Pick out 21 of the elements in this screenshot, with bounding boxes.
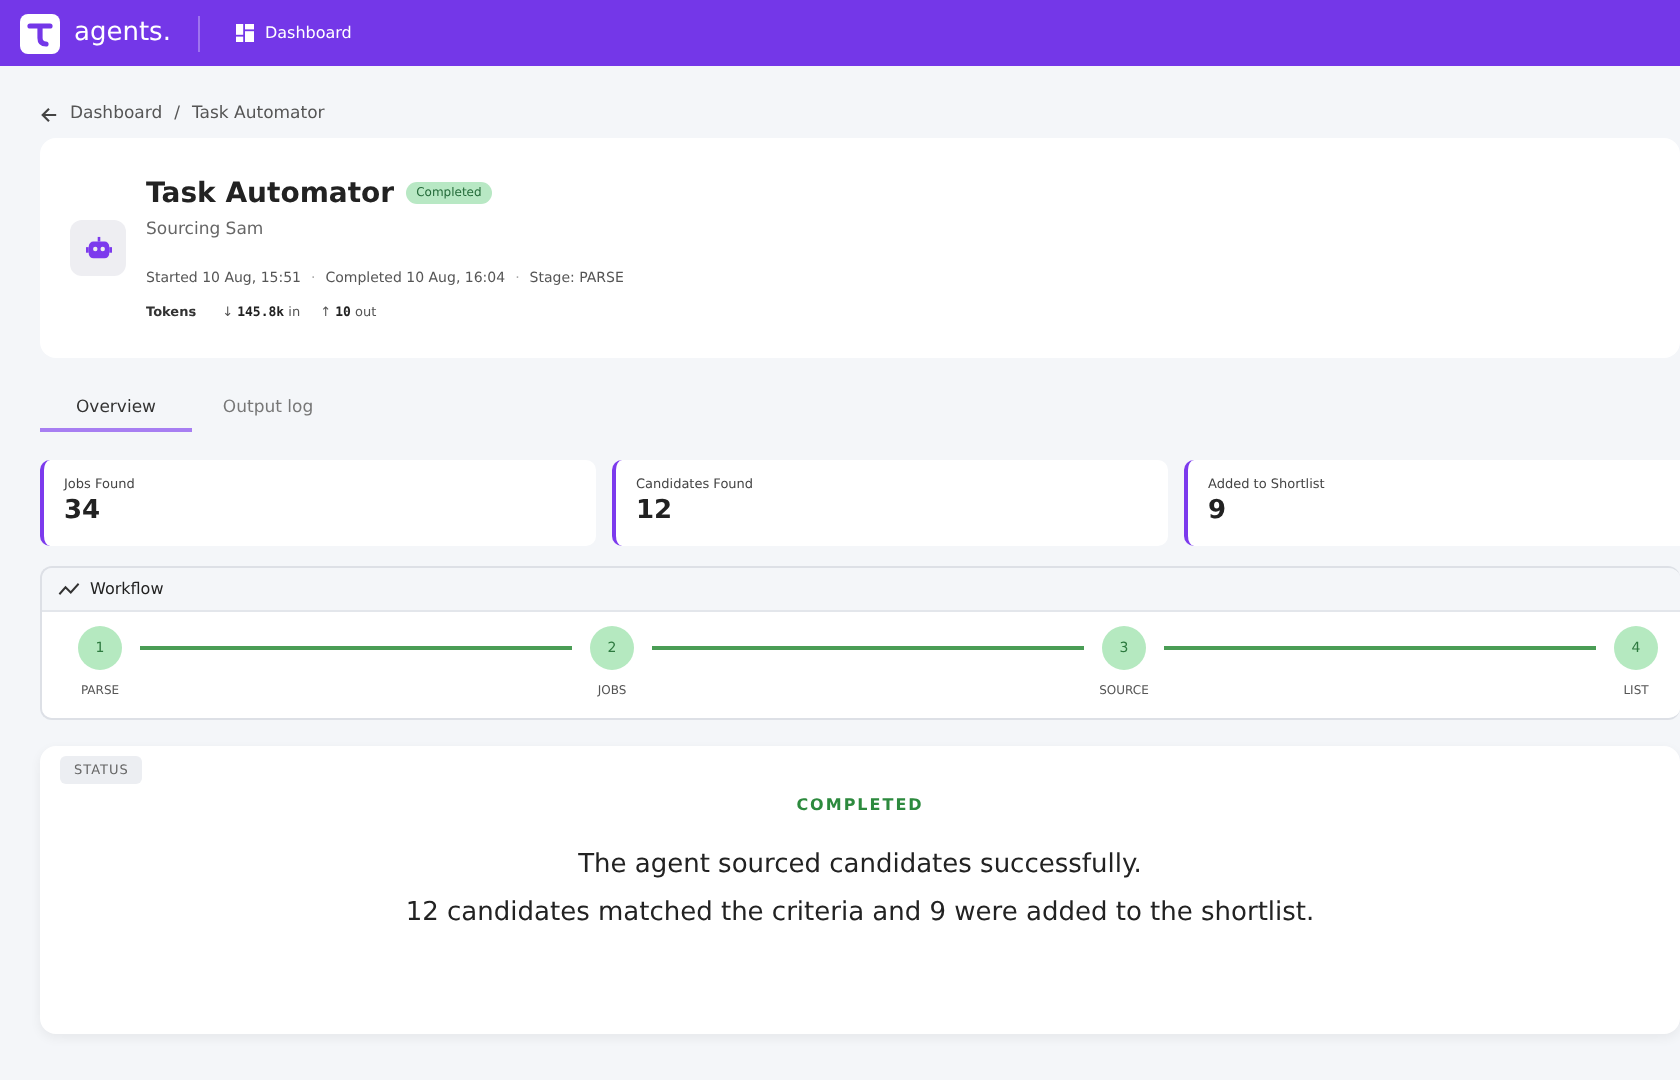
breadcrumb-separator: / [174,104,180,124]
stat-value: 34 [64,496,103,526]
robot-icon [85,235,111,261]
agent-name: Sourcing Sam [146,219,266,239]
task-title: Task Automator [146,177,395,209]
logo-icon [20,13,60,53]
back-arrow-icon[interactable] [40,105,58,123]
tab[interactable]: Output log [192,386,344,432]
logo-text: agents. [74,18,171,48]
stat-value: 12 [636,496,675,526]
dashboard-nav-link[interactable]: Dashboard [236,24,352,42]
status-state: COMPLETED [796,796,924,814]
breadcrumb-link[interactable]: Dashboard [70,104,163,124]
stat-value: 9 [1208,496,1229,526]
tab[interactable]: Overview [40,386,192,432]
status-message: 12 candidates matched the criteria and 9 were added to the shortlist. [405,898,1315,928]
dashboard-icon [236,24,255,42]
breadcrumb-current: Task Automator [192,104,325,124]
workflow-title: Workflow [90,580,164,598]
status-message: The agent sourced candidates successfully. [578,850,1142,880]
trend-icon [58,582,80,596]
